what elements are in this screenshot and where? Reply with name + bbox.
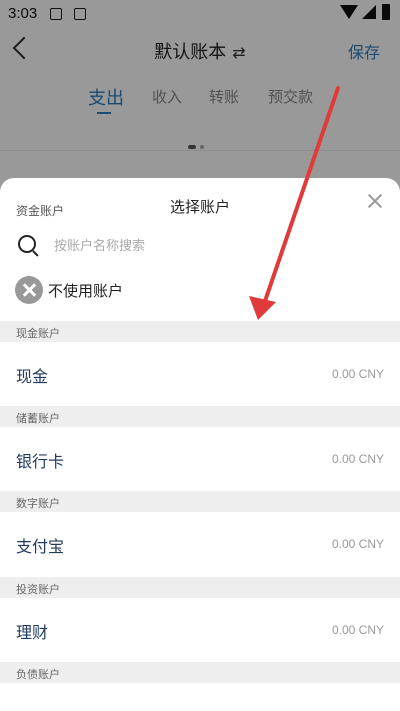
select-account-sheet: 资金账户 选择账户 不使用账户 现金账户 现金 0.00 CNY 储蓄账户 银行…: [0, 178, 400, 711]
account-row-cash[interactable]: 现金 0.00 CNY: [0, 342, 400, 406]
section-header-label: 数字账户: [16, 497, 60, 510]
search-input[interactable]: [52, 234, 376, 258]
account-row-wealth[interactable]: 理财 0.00 CNY: [0, 598, 400, 662]
account-row-alipay[interactable]: 支付宝 0.00 CNY: [0, 512, 400, 576]
no-account-icon: [15, 276, 43, 304]
account-balance: 0.00 CNY: [331, 623, 384, 637]
close-icon[interactable]: [366, 192, 384, 210]
account-name: 现金: [16, 367, 49, 386]
account-name: 银行卡: [16, 452, 65, 471]
section-header-cash: 现金账户: [0, 321, 400, 342]
account-balance: 0.00 CNY: [331, 452, 384, 466]
search-row: [0, 230, 400, 262]
search-icon: [18, 235, 36, 253]
section-header-label: 现金账户: [16, 327, 60, 340]
section-header-label: 投资账户: [16, 583, 60, 596]
section-header-liability: 负债账户: [0, 662, 400, 683]
section-header-label: 负债账户: [16, 668, 60, 681]
account-name: 支付宝: [16, 537, 65, 556]
no-account-option[interactable]: 不使用账户: [0, 276, 400, 306]
section-header-label: 储蓄账户: [16, 412, 60, 425]
section-header-savings: 储蓄账户: [0, 406, 400, 427]
section-header-digital: 数字账户: [0, 491, 400, 512]
account-row-bank-card[interactable]: 银行卡 0.00 CNY: [0, 427, 400, 491]
account-name: 理财: [16, 623, 49, 642]
account-balance: 0.00 CNY: [331, 537, 384, 551]
sheet-title: 选择账户: [169, 198, 230, 216]
section-header-investment: 投资账户: [0, 577, 400, 598]
no-account-label: 不使用账户: [48, 282, 124, 300]
account-balance: 0.00 CNY: [331, 367, 384, 381]
